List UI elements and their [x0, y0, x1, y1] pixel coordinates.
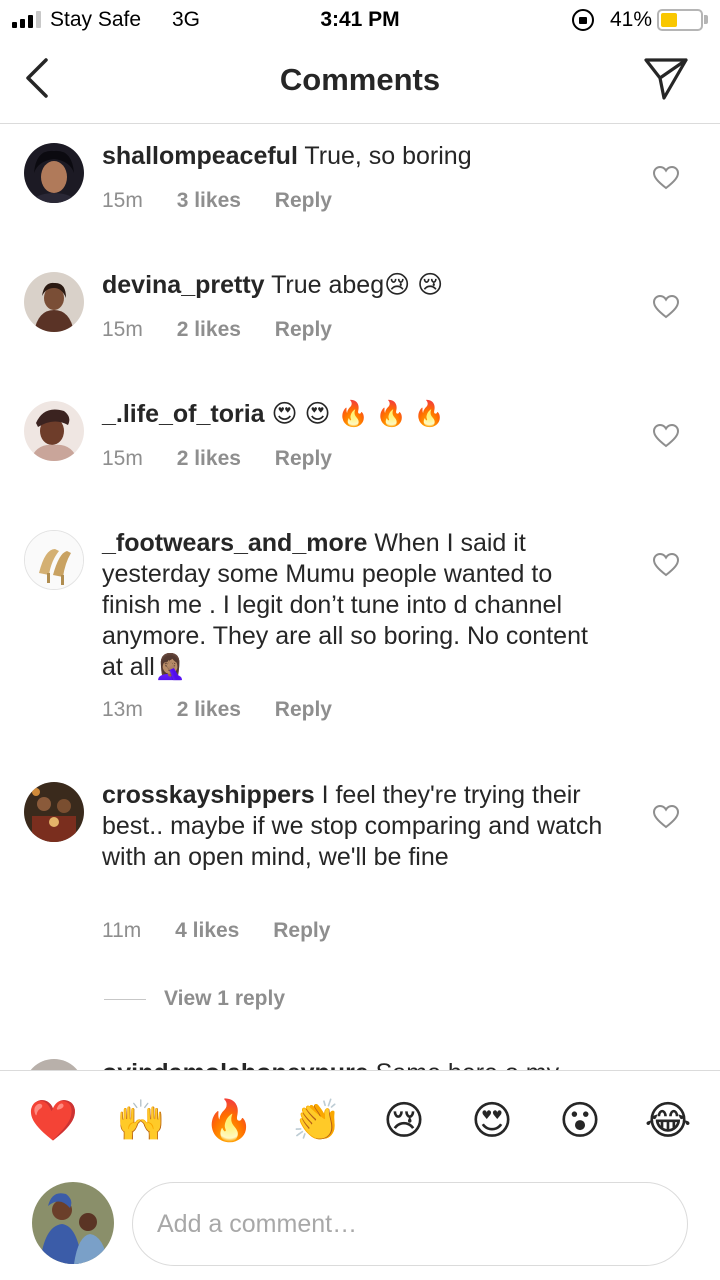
comment-likes[interactable]: 3 likes [177, 189, 241, 212]
rotation-lock-icon [572, 9, 594, 31]
status-bar: Stay Safe 3G 3:41 PM 41% [0, 0, 720, 40]
avatar[interactable] [24, 401, 84, 461]
like-comment-button[interactable] [652, 804, 680, 830]
comments-list[interactable]: shallompeaceful True, so boring 15m 3 li… [0, 125, 720, 1070]
heart-outline-icon [652, 804, 680, 829]
share-button[interactable] [642, 56, 690, 102]
comment-meta: 15m 2 likes Reply [102, 447, 360, 471]
header: Comments [0, 40, 720, 124]
comment-username[interactable]: shallompeaceful [102, 142, 298, 170]
comment-likes[interactable]: 2 likes [177, 698, 241, 721]
comment-time: 11m [102, 919, 142, 942]
emoji-fire-button[interactable]: 🔥 [204, 1097, 254, 1145]
comment-meta: 11m 4 likes Reply [102, 919, 358, 943]
comment-likes[interactable]: 2 likes [177, 447, 241, 470]
emoji-surprised-button[interactable]: 😮 [556, 1097, 604, 1145]
comment-meta: 15m 2 likes Reply [102, 318, 360, 342]
comment-text: crosskayshippers I feel they're trying t… [102, 780, 612, 873]
current-user-avatar [32, 1182, 114, 1264]
paper-plane-icon [644, 58, 688, 100]
comment-message: True, so boring [304, 142, 472, 170]
like-comment-button[interactable] [652, 294, 680, 320]
comment-meta: 13m 2 likes Reply [102, 698, 360, 722]
comment-username[interactable]: devina_pretty [102, 271, 265, 299]
battery-percent: 41% [609, 8, 652, 31]
comment-message: Same here o my [376, 1059, 559, 1070]
view-replies-label: View 1 reply [164, 987, 286, 1010]
emoji-heart-eyes-button[interactable]: 😍 [468, 1097, 516, 1145]
comment-username[interactable]: _.life_of_toria [102, 400, 265, 428]
view-replies-button[interactable]: View 1 reply [104, 987, 285, 1011]
page-title: Comments [279, 62, 441, 97]
avatar-image [32, 1182, 114, 1264]
comment-meta: 15m 3 likes Reply [102, 189, 360, 213]
avatar-image [24, 782, 84, 842]
emoji-clap-button[interactable]: 👏 [292, 1097, 342, 1145]
battery-icon [657, 9, 703, 31]
emoji-crying-button[interactable]: 😢 [380, 1097, 428, 1145]
battery-cap [704, 15, 708, 24]
comment-username[interactable]: crosskayshippers [102, 781, 315, 809]
comment-composer [0, 1174, 720, 1280]
comment-likes[interactable]: 4 likes [175, 919, 239, 942]
emoji-heart-button[interactable]: ❤️ [28, 1097, 78, 1145]
heart-outline-icon [652, 423, 680, 448]
avatar[interactable] [24, 1059, 84, 1070]
comment-text: devina_pretty True abeg😢 😢 [102, 270, 612, 301]
battery-fill [661, 13, 677, 27]
avatar[interactable] [24, 272, 84, 332]
comments-screen: Stay Safe 3G 3:41 PM 41% Comments shallo… [0, 0, 720, 1280]
emoji-bar: ❤️ 🙌 🔥 👏 😢 😍 😮 😂 [0, 1070, 720, 1174]
comment-time: 15m [102, 318, 143, 341]
like-comment-button[interactable] [652, 423, 680, 449]
comment-text: _.life_of_toria 😍 😍 🔥 🔥 🔥 [102, 399, 612, 430]
comment-text: oyindamolahoneypure Same here o my [102, 1059, 559, 1070]
comment-text: shallompeaceful True, so boring [102, 141, 612, 172]
heart-outline-icon [652, 552, 680, 577]
avatar-image [25, 531, 83, 589]
avatar-image [24, 272, 84, 332]
avatar[interactable] [24, 782, 84, 842]
comment-time: 13m [102, 698, 143, 721]
comment-item: oyindamolahoneypure Same here o my [0, 1057, 720, 1070]
comment-time: 15m [102, 189, 143, 212]
comment-username[interactable]: _footwears_and_more [102, 529, 367, 557]
comment-time: 15m [102, 447, 143, 470]
comment-likes[interactable]: 2 likes [177, 318, 241, 341]
avatar-image [24, 401, 84, 461]
reply-button[interactable]: Reply [275, 698, 332, 721]
like-comment-button[interactable] [652, 552, 680, 578]
reply-button[interactable]: Reply [275, 318, 332, 341]
avatar[interactable] [24, 143, 84, 203]
comment-message: 😍 😍 🔥 🔥 🔥 [271, 400, 445, 428]
replies-divider [104, 998, 146, 1000]
reply-button[interactable]: Reply [273, 919, 330, 942]
comment-input[interactable] [132, 1182, 688, 1266]
heart-outline-icon [652, 294, 680, 319]
heart-outline-icon [652, 165, 680, 190]
comment-text: _footwears_and_more When I said it yeste… [102, 528, 612, 683]
emoji-raised-hands-button[interactable]: 🙌 [116, 1097, 166, 1145]
reply-button[interactable]: Reply [275, 447, 332, 470]
like-comment-button[interactable] [652, 165, 680, 191]
avatar[interactable] [24, 530, 84, 590]
emoji-laughing-button[interactable]: 😂 [644, 1097, 692, 1145]
comment-username[interactable]: oyindamolahoneypure [102, 1059, 369, 1070]
comment-message: True abeg😢 😢 [271, 271, 444, 299]
avatar-image [24, 143, 84, 203]
reply-button[interactable]: Reply [275, 189, 332, 212]
